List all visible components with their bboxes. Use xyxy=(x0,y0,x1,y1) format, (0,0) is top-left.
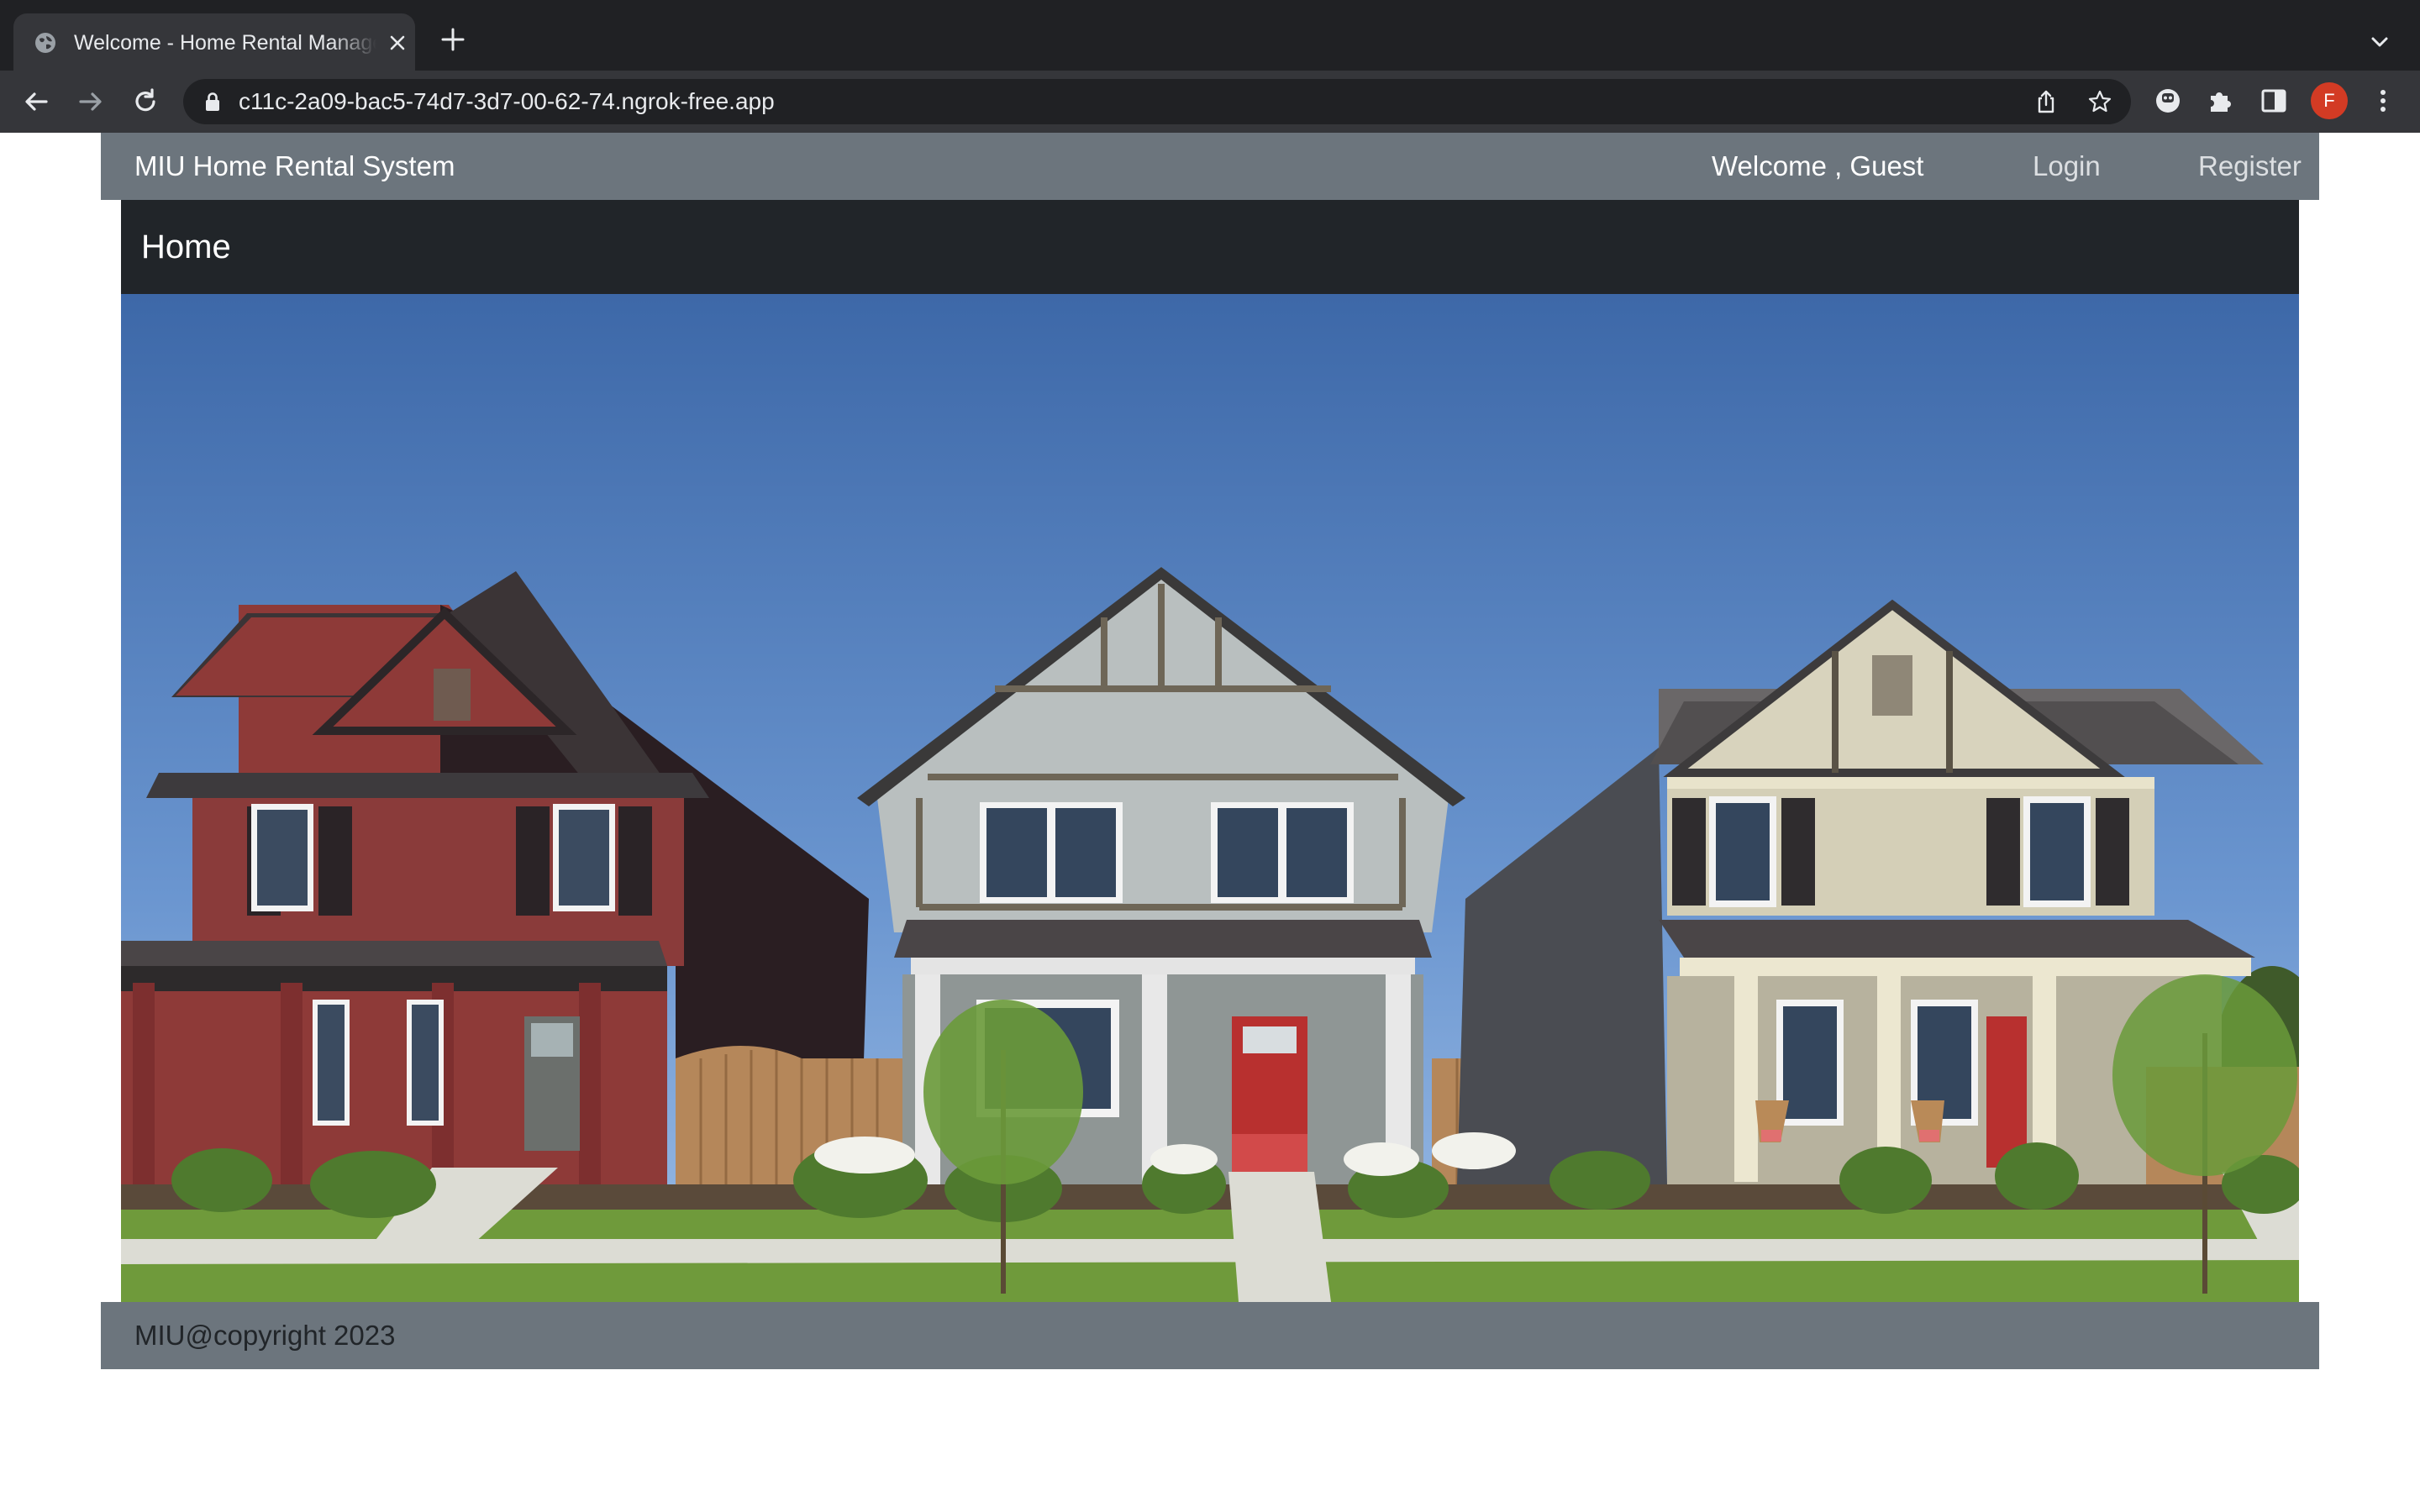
close-icon[interactable] xyxy=(387,32,408,54)
browser-toolbar: c11c-2a09-bac5-74d7-3d7-00-62-74.ngrok-f… xyxy=(0,71,2420,133)
address-bar[interactable]: c11c-2a09-bac5-74d7-3d7-00-62-74.ngrok-f… xyxy=(183,79,2131,124)
forward-icon[interactable] xyxy=(75,86,107,118)
tab-title: Welcome - Home Rental Management xyxy=(74,31,376,55)
extension-icon[interactable] xyxy=(2153,86,2183,116)
back-icon[interactable] xyxy=(20,86,52,118)
chevron-down-icon[interactable] xyxy=(2368,30,2391,54)
share-icon[interactable] xyxy=(2033,89,2059,114)
puzzle-icon[interactable] xyxy=(2206,86,2236,116)
browser-tab[interactable]: Welcome - Home Rental Management xyxy=(13,13,415,71)
site-brand[interactable]: MIU Home Rental System xyxy=(134,150,455,183)
site-navbar: MIU Home Rental System Welcome , Guest L… xyxy=(101,133,2319,200)
hero-image xyxy=(121,294,2299,1302)
reload-icon[interactable] xyxy=(129,86,161,118)
site-footer: MIU@copyright 2023 xyxy=(101,1302,2319,1369)
side-panel-icon[interactable] xyxy=(2259,86,2289,116)
page-title: Home xyxy=(141,228,231,265)
login-link[interactable]: Login xyxy=(2033,150,2101,183)
copyright-text: MIU@copyright 2023 xyxy=(134,1320,396,1351)
menu-icon[interactable] xyxy=(2368,86,2398,116)
lock-icon[interactable] xyxy=(203,92,222,112)
globe-icon xyxy=(35,33,55,53)
profile-avatar[interactable]: F xyxy=(2311,82,2348,119)
page-header: Home xyxy=(121,200,2299,294)
url-text[interactable]: c11c-2a09-bac5-74d7-3d7-00-62-74.ngrok-f… xyxy=(239,87,775,116)
plus-icon[interactable] xyxy=(439,25,467,54)
welcome-text: Welcome , Guest xyxy=(1712,150,1924,181)
star-icon[interactable] xyxy=(2087,89,2112,114)
register-link[interactable]: Register xyxy=(2198,150,2302,183)
browser-tab-strip: Welcome - Home Rental Management xyxy=(0,0,2420,71)
